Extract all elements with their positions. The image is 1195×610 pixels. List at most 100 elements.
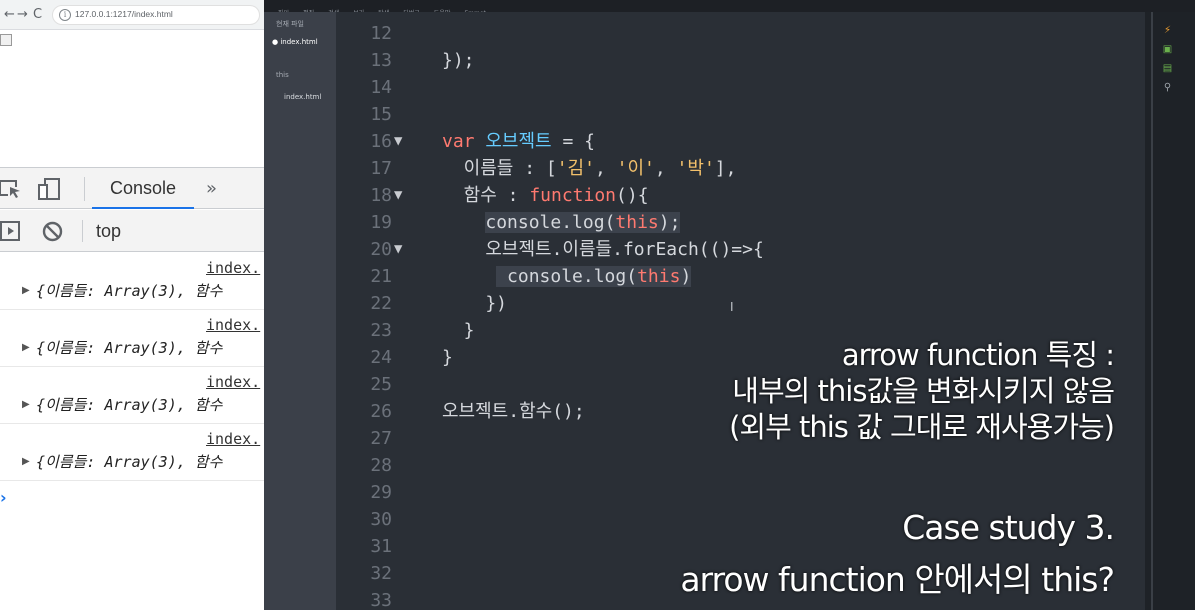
console-log-entry: index. ▶ {이름들: Array(3), 함수 — [0, 310, 264, 367]
sidebar-toggle-icon[interactable] — [0, 221, 20, 244]
expand-triangle-icon[interactable]: ▶ — [22, 399, 30, 410]
code-token: ) — [680, 266, 692, 287]
code-token: '김' — [556, 158, 595, 179]
reload-button[interactable]: C — [33, 7, 42, 23]
expand-triangle-icon[interactable]: ▶ — [22, 342, 30, 353]
code-line[interactable]: 29 — [336, 479, 1145, 506]
browser-toolbar: ← → C i 127.0.0.1:1217/index.html — [0, 0, 264, 30]
context-selector[interactable]: top — [96, 221, 121, 242]
code-text[interactable]: } — [442, 317, 475, 344]
project-label[interactable]: this — [276, 71, 289, 79]
code-text[interactable]: 함수 : function(){ — [442, 182, 649, 209]
tab-console[interactable]: Console — [92, 168, 194, 209]
line-number: 22 — [370, 293, 392, 314]
code-token: (){ — [616, 185, 649, 206]
code-line[interactable]: 13}); — [336, 47, 1145, 74]
expand-triangle-icon[interactable]: ▶ — [22, 285, 30, 296]
working-file-item[interactable]: ● index.html — [272, 38, 318, 46]
fold-arrow-icon[interactable]: ▼ — [394, 236, 402, 263]
code-token: 오브젝트.함수(); — [442, 401, 585, 422]
code-line[interactable]: 14 — [336, 74, 1145, 101]
code-line[interactable]: 16 ▼ var 오브젝트 = { — [336, 128, 1145, 155]
console-prompt[interactable]: › — [0, 488, 7, 507]
expand-triangle-icon[interactable]: ▶ — [22, 456, 30, 467]
code-text[interactable]: } — [442, 344, 453, 371]
fold-arrow-icon[interactable]: ▼ — [394, 128, 402, 155]
working-file-label[interactable]: index.html — [280, 38, 317, 46]
code-line[interactable]: 19 console.log(this); — [336, 209, 1145, 236]
line-number: 32 — [370, 563, 392, 584]
code-text[interactable]: console.log(this) — [442, 263, 692, 290]
log-message[interactable]: {이름들: Array(3), 함수 — [36, 280, 222, 301]
log-message[interactable]: {이름들: Array(3), 함수 — [36, 394, 222, 415]
code-line[interactable]: 28 — [336, 452, 1145, 479]
code-text[interactable]: }); — [442, 47, 475, 74]
extension-manager-icon[interactable]: ▣ — [1161, 44, 1174, 55]
code-line[interactable]: 12 — [336, 20, 1145, 47]
inspect-element-icon[interactable] — [0, 179, 22, 202]
console-log-entry: index. ▶ {이름들: Array(3), 함수 — [0, 424, 264, 481]
line-number: 29 — [370, 482, 392, 503]
device-toolbar-icon[interactable] — [38, 178, 62, 203]
code-text[interactable]: 오브젝트.이름들.forEach(()=>{ — [442, 236, 763, 263]
line-number: 15 — [370, 104, 392, 125]
code-token: }); — [442, 50, 475, 71]
code-token: this — [637, 266, 681, 287]
code-text[interactable]: }) — [442, 290, 507, 317]
search-icon[interactable]: ⚲ — [1161, 82, 1174, 93]
code-line[interactable]: 22 }) — [336, 290, 1145, 317]
console-toolbar: top — [0, 210, 264, 252]
code-text[interactable]: console.log(this); — [442, 209, 681, 236]
log-source-link[interactable]: index. — [206, 259, 260, 277]
log-source-link[interactable]: index. — [206, 373, 260, 391]
info-icon[interactable]: i — [59, 9, 71, 21]
line-number: 19 — [370, 212, 392, 233]
code-text[interactable]: var 오브젝트 = { — [442, 128, 595, 155]
code-line[interactable]: 18 ▼ 함수 : function(){ — [336, 182, 1145, 209]
code-text[interactable]: 이름들 : ['김', '이', '박'], — [442, 155, 737, 182]
code-token: 이름들 : [ — [442, 158, 557, 179]
extension-icon[interactable]: ▤ — [1161, 63, 1174, 74]
code-text[interactable]: 오브젝트.함수(); — [442, 398, 585, 425]
clear-console-icon[interactable] — [42, 221, 63, 245]
code-line[interactable]: 21 console.log(this) — [336, 263, 1145, 290]
page-button[interactable] — [0, 34, 12, 46]
extension-toolbar: ⚡ ▣ ▤ ⚲ — [1145, 12, 1195, 610]
line-number: 30 — [370, 509, 392, 530]
code-token: 오브젝트 — [485, 131, 552, 152]
toolbar-divider — [84, 177, 85, 201]
code-line[interactable]: 15 — [336, 101, 1145, 128]
forward-button[interactable]: → — [17, 7, 28, 23]
back-button[interactable]: ← — [4, 7, 15, 23]
code-token: console.log( — [496, 266, 638, 287]
log-source-link[interactable]: index. — [206, 430, 260, 448]
address-bar[interactable]: i 127.0.0.1:1217/index.html — [52, 5, 260, 25]
line-number: 20 — [370, 239, 392, 260]
console-log-entry: index. ▶ {이름들: Array(3), 함수 — [0, 253, 264, 310]
devtools-panel: Console » top index. ▶ {이름들: Array(3), 함… — [0, 167, 264, 610]
console-log-entry: index. ▶ {이름들: Array(3), 함수 — [0, 367, 264, 424]
code-token: = { — [551, 131, 595, 152]
project-file-item[interactable]: index.html — [284, 93, 321, 101]
log-message[interactable]: {이름들: Array(3), 함수 — [36, 337, 222, 358]
line-number: 18 — [370, 185, 392, 206]
line-number: 26 — [370, 401, 392, 422]
caption-title: arrow function 안에서의 this? — [680, 560, 1115, 599]
line-number: 13 — [370, 50, 392, 71]
toolbar-divider — [1151, 12, 1153, 610]
line-number: 33 — [370, 590, 392, 610]
code-token: }) — [442, 293, 508, 314]
code-token: } — [442, 347, 453, 368]
code-line[interactable]: 20 ▼ 오브젝트.이름들.forEach(()=>{ — [336, 236, 1145, 263]
log-message[interactable]: {이름들: Array(3), 함수 — [36, 451, 222, 472]
more-tabs-button[interactable]: » — [206, 178, 217, 199]
address-url[interactable]: 127.0.0.1:1217/index.html — [75, 9, 173, 19]
fold-arrow-icon[interactable]: ▼ — [394, 182, 402, 209]
toolbar-divider — [82, 220, 83, 242]
log-source-link[interactable]: index. — [206, 316, 260, 334]
live-preview-icon[interactable]: ⚡ — [1161, 25, 1174, 36]
line-number: 17 — [370, 158, 392, 179]
line-number: 21 — [370, 266, 392, 287]
code-line[interactable]: 17 이름들 : ['김', '이', '박'], — [336, 155, 1145, 182]
